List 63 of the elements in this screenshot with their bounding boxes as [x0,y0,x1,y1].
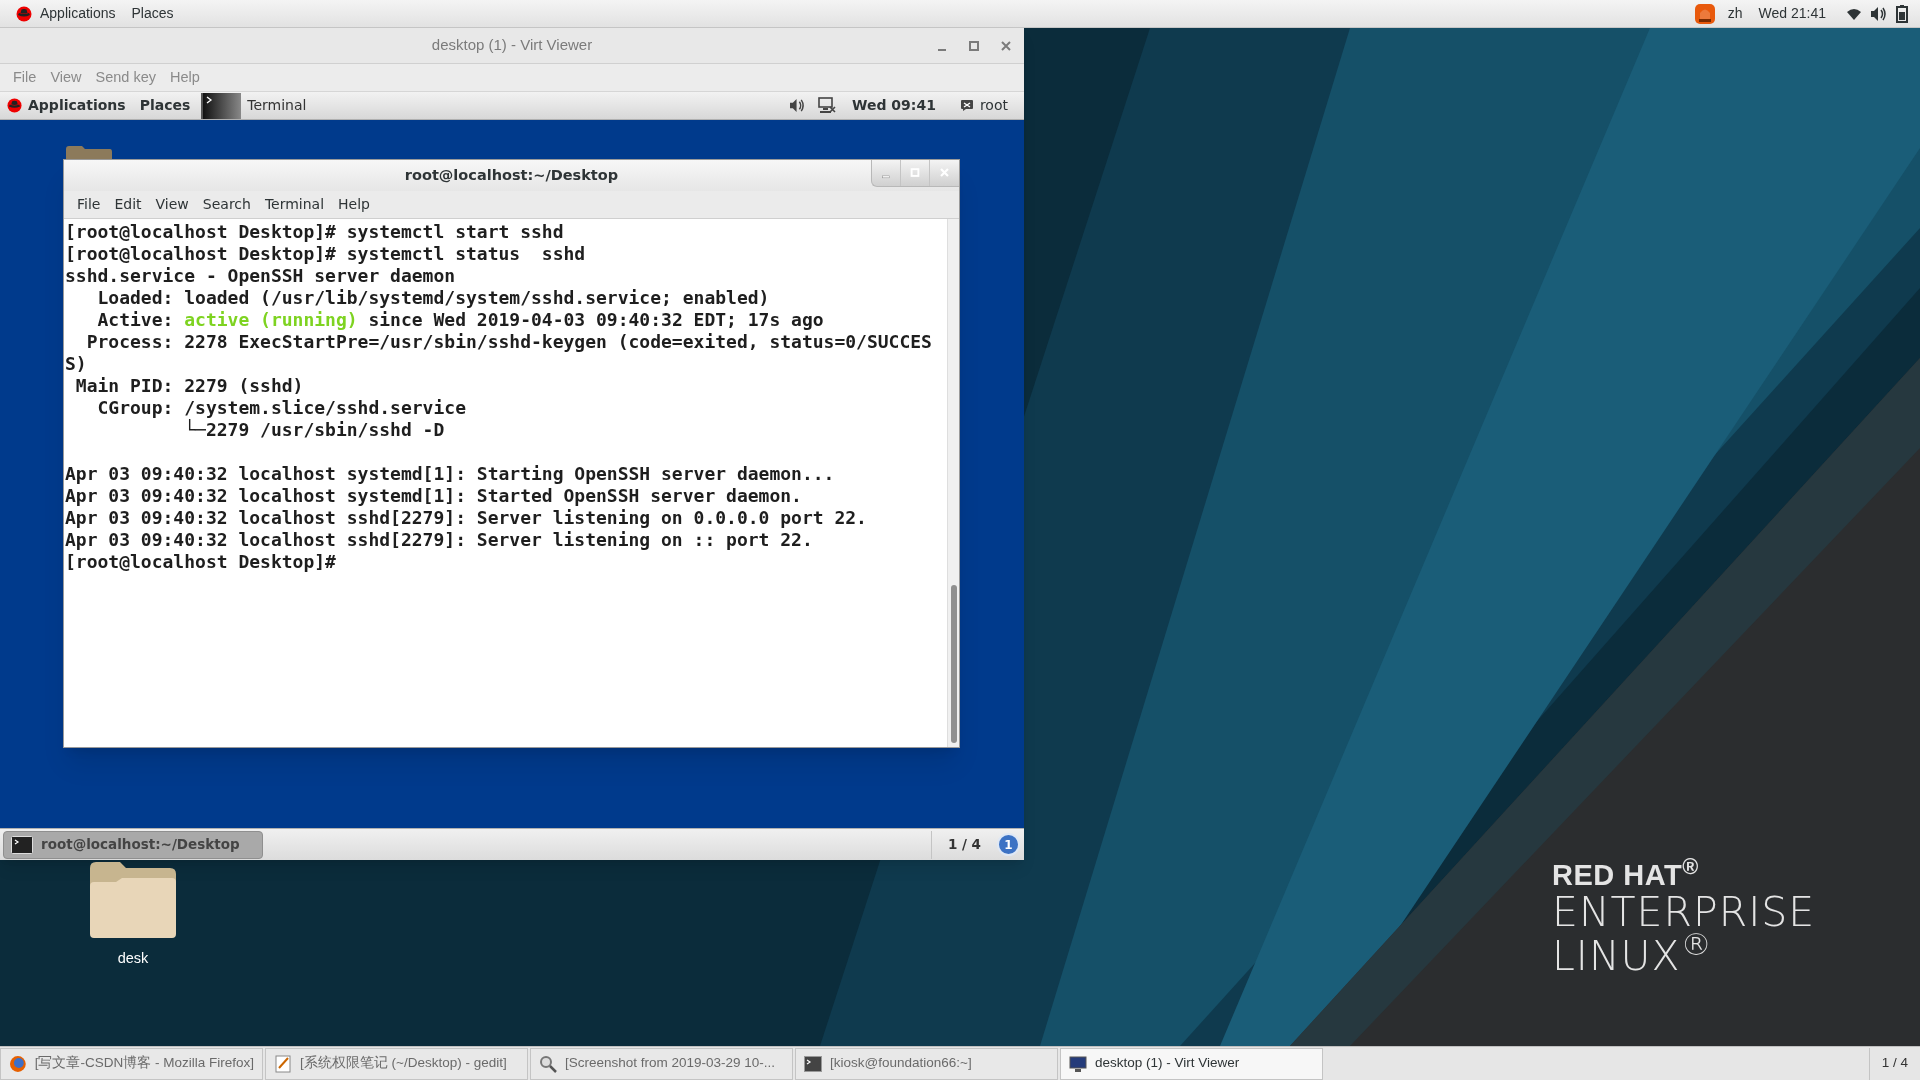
user-menu[interactable]: root [959,95,1008,116]
terminal-line: sshd.service - OpenSSH server daemon [65,265,457,287]
terminal-line: Main PID: 2279 (sshd) [74,375,305,397]
terminal-line: [root@localhost Desktop]# systemctl start sshd [65,221,565,243]
menu-item[interactable]: Help [333,194,375,215]
logo-text: RED HAT$^{®}$ [1552,860,1700,890]
workspace-switcher[interactable]: 1 / 4 [1868,1047,1920,1080]
magnifier-icon [539,1054,557,1073]
menu-item[interactable]: Edit [109,194,147,215]
menu-button[interactable]: Places [123,0,182,27]
logo-text: LINUX$^{®}$ [1552,934,1713,978]
monitor-icon [1069,1054,1087,1073]
clock[interactable]: Wed 09:41 [852,95,936,116]
logo-text: ENTERPRISE [1552,890,1816,934]
taskbar-item[interactable]: Terminal [201,92,315,119]
hat-logo-icon [7,98,22,113]
terminal-line: Process: 2278 ExecStartPre=/usr/sbin/sshd-keygen (code=exited, status=0/SUCCES [85,331,933,353]
taskbar-item[interactable]: [Screenshot from 2019-03-29 10-... [530,1047,793,1080]
volume-icon[interactable] [1870,5,1888,22]
window-title: root@localhost:~/Desktop [404,165,619,185]
globe-icon [9,1054,27,1073]
terminal-line: Apr 03 09:40:32 localhost systemd[1]: Starting OpenSSH server daemon... [65,462,836,485]
menu-button[interactable]: Applications [0,92,133,119]
hat-logo-icon [16,5,32,22]
terminal-line: CGroup: /system.slice/sshd.service [96,397,467,419]
notepad-icon [274,1054,292,1073]
taskbar-item[interactable]: [系统权限笔记 (~/Desktop) - gedit] [265,1047,528,1080]
notification-badge[interactable]: 1 [997,833,1020,856]
terminal-line: Loaded: loaded (/usr/lib/systemd/system/sshd.service; enabled) [96,287,771,309]
terminal-icon [11,835,33,854]
terminal-line: [root@localhost Desktop]# [65,551,337,573]
terminal-line: Apr 03 09:40:32 localhost systemd[1]: Started OpenSSH server daemon. [65,485,803,507]
folder-icon[interactable] [90,862,176,938]
wifi-icon[interactable] [1846,6,1862,21]
menu-item[interactable]: File [72,194,106,215]
workspace-switcher[interactable]: 1 / 4 [930,830,997,859]
terminal-icon [203,92,242,119]
language-indicator[interactable]: zh [1727,3,1743,24]
taskbar-item[interactable]: desktop (1) - Virt Viewer [1060,1047,1323,1080]
menu-button[interactable]: Applications [8,0,124,27]
scrollbar[interactable] [947,219,959,747]
terminal-line: └─2279 /usr/sbin/sshd -D [183,419,446,441]
menu-item[interactable]: Search [197,194,256,215]
taskbar-item[interactable]: root@localhost:~/Desktop [3,830,263,859]
battery-icon[interactable] [1896,4,1908,23]
terminal-line: Apr 03 09:40:32 localhost sshd[2279]: Server listening on 0.0.0.0 port 22. [65,507,868,529]
clock[interactable]: Wed 21:41 [1758,3,1826,24]
window-title: desktop (1) - Virt Viewer [431,35,593,56]
scrollbar-thumb[interactable] [950,585,957,743]
folder-label[interactable]: desk [117,948,149,970]
alarm-icon[interactable] [1693,2,1716,25]
taskbar-item[interactable]: [写文章-CSDN博客 - Mozilla Firefox] [0,1047,263,1080]
menu-button[interactable]: Places [132,92,198,119]
terminal-line: Active: active (running) since Wed 2019-04-03 09:40:32 EDT; 17s ago [96,309,825,331]
menu-item[interactable]: Terminal [259,194,330,215]
terminal-line: Apr 03 09:40:32 localhost sshd[2279]: Server listening on :: port 22. [65,529,814,551]
taskbar-item[interactable]: [kiosk@foundation66:~] [795,1047,1058,1080]
terminal-line: S) [65,353,88,375]
terminal-line: [root@localhost Desktop]# systemctl status sshd [65,243,587,265]
menu-item[interactable]: View [150,194,194,215]
network-icon[interactable] [818,97,836,114]
terminal-icon [804,1054,822,1073]
volume-icon[interactable] [789,98,806,113]
